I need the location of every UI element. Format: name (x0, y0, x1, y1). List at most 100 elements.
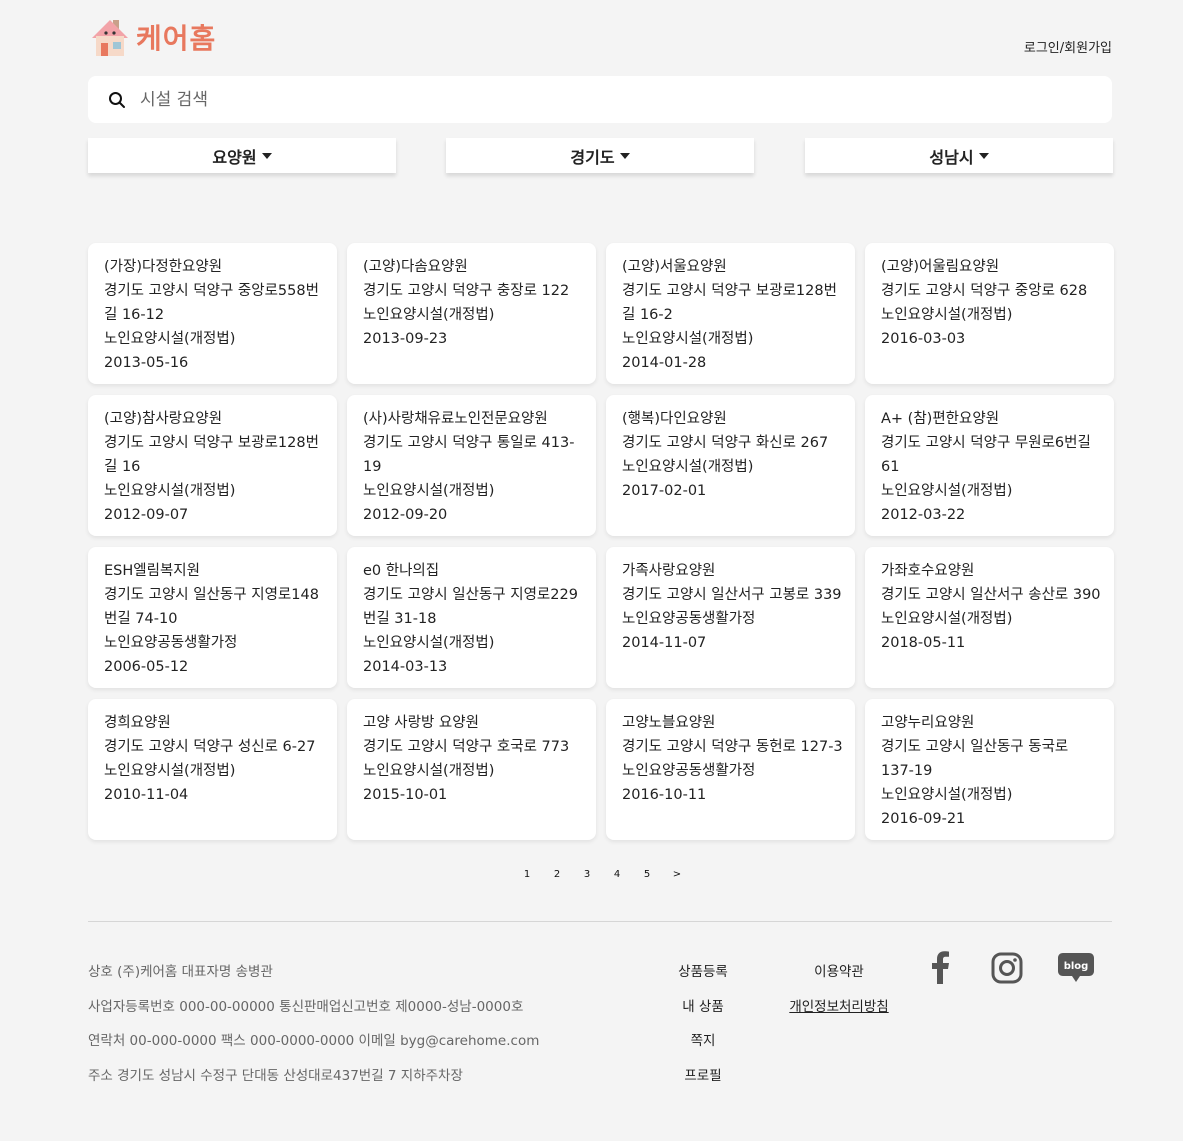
facility-card[interactable]: 경희요양원경기도 고양시 덕양구 성신로 6-27 노인요양시설(개정법) 2010… (88, 699, 337, 840)
footer-link-messages[interactable]: 쪽지 (660, 1029, 746, 1064)
facility-card[interactable]: 가족사랑요양원 경기도 고양시 일산서구 고봉로 339 노인요양공동생활가정 201… (606, 547, 855, 688)
footer-link-profile[interactable]: 프로필 (660, 1064, 746, 1099)
facility-card[interactable]: (행복)다인요양원 경기도 고양시 덕양구 화신로 267 노인요양시설(개정법) 2… (606, 395, 855, 536)
search-bar[interactable] (88, 76, 1112, 123)
facility-name: 고양 사랑방 요양원 (363, 715, 479, 731)
facility-category: 노인요양시설(개정법) (104, 483, 236, 499)
pagination-page[interactable]: 1 (512, 869, 542, 880)
facility-date: 2006-05-12 (104, 659, 189, 675)
facility-address: 경기도 고양시 덕양구 호국로 773 (363, 739, 570, 755)
contact-info: 연락처 00-000-0000 팩스 000-0000-0000 이메일 byg… (88, 1033, 540, 1049)
facility-address: 경기도 고양시 일산동구 지영로229번길 31-18 (363, 587, 578, 627)
footer-links-policy: 이용약관 개인정보처리방침 (780, 960, 898, 1029)
pagination-page[interactable]: 3 (572, 869, 602, 880)
facility-category: 노인요양시설(개정법) (363, 483, 495, 499)
facility-address: 경기도 고양시 덕양구 동헌로 127-3 (622, 739, 843, 755)
facility-card[interactable]: 고양누리요양원 경기도 고양시 일산동구 동국로 137-19 노인요양시설(개정법… (865, 699, 1114, 840)
instagram-icon[interactable] (990, 951, 1024, 985)
facility-address: 경기도 고양시 덕양구 중앙로 628 (881, 283, 1088, 299)
city-label: 성남시 (929, 147, 974, 167)
facility-name: (행복)다인요양원 (622, 411, 727, 427)
pagination-page[interactable]: 2 (542, 869, 572, 880)
facility-name: 가좌호수요양원 (881, 563, 975, 579)
caret-down-icon (978, 152, 989, 159)
facility-date: 2013-09-23 (363, 331, 448, 347)
facility-date: 2014-01-28 (622, 355, 707, 371)
footer-link-privacy[interactable]: 개인정보처리방침 (780, 995, 898, 1030)
facility-date: 2015-10-01 (363, 787, 448, 803)
facility-type-label: 요양원 (212, 147, 257, 167)
search-icon (109, 91, 125, 108)
facility-name: (사)사랑채유료노인전문요양원 (363, 411, 548, 427)
facility-date: 2010-11-04 (104, 787, 189, 803)
facility-address: 경기도 고양시 일산서구 송산로 390 (881, 587, 1101, 603)
footer-link-terms[interactable]: 이용약관 (780, 960, 898, 995)
facility-date: 2017-02-01 (622, 483, 707, 499)
facility-name: (고양)어울림요양원 (881, 259, 1000, 275)
pagination-page[interactable]: 5 (632, 869, 662, 880)
facility-address: 경기도 고양시 덕양구 보광로128번길 16-2 (622, 283, 837, 323)
footer-links-product: 상품등록 내 상품 쪽지 프로필 (660, 960, 746, 1098)
logo[interactable]: 케어홈 (90, 16, 216, 58)
facility-type-dropdown[interactable]: 요양원 (88, 138, 396, 173)
pagination-page[interactable]: 4 (602, 869, 632, 880)
facility-address: 경기도 고양시 덕양구 통일로 413-19 (363, 435, 575, 475)
facility-name: 경희요양원 (104, 715, 171, 731)
facility-name: 고양노블요양원 (622, 715, 716, 731)
province-dropdown[interactable]: 경기도 (446, 138, 754, 173)
facility-address: 경기도 고양시 덕양구 성신로 6-27 (104, 739, 316, 755)
province-label: 경기도 (570, 147, 615, 167)
facility-date: 2016-09-21 (881, 811, 966, 827)
facility-category: 노인요양시설(개정법) (881, 611, 1013, 627)
facility-category: 노인요양시설(개정법) (363, 635, 495, 651)
facility-date: 2016-10-11 (622, 787, 707, 803)
company-address: 주소 경기도 성남시 수정구 단대동 산성대로437번길 7 지하주차장 (88, 1067, 463, 1084)
facebook-icon[interactable] (928, 951, 952, 985)
facility-card[interactable]: 가좌호수요양원 경기도 고양시 일산서구 송산로 390 노인요양시설(개정법) 20… (865, 547, 1114, 688)
login-signup-link[interactable]: 로그인/회원가입 (1024, 37, 1112, 56)
facility-name: (고양)참사랑요양원 (104, 411, 223, 427)
city-dropdown[interactable]: 성남시 (805, 138, 1113, 173)
footer-link-product-register[interactable]: 상품등록 (660, 960, 746, 995)
blog-icon-label: blog (1064, 961, 1089, 972)
facility-card[interactable]: (고양)참사랑요양원경기도 고양시 덕양구 보광로128번길 16 노인요양시설(… (88, 395, 337, 536)
facility-name: 고양누리요양원 (881, 715, 975, 731)
facility-name: A+ (참)편한요양원 (881, 411, 1000, 427)
facility-address: 경기도 고양시 덕양구 무원로6번길 61 (881, 435, 1091, 475)
facility-name: (고양)다솜요양원 (363, 259, 468, 275)
facility-name: ESH엘림복지원 (104, 563, 200, 579)
facility-card[interactable]: (고양)다솜요양원 경기도 고양시 덕양구 충장로 122 노인요양시설(개정법) 2… (347, 243, 596, 384)
company-info: 상호 (주)케어홈 대표자명 송병관 사업자등록번호 000-00-00000 … (88, 960, 539, 1098)
facility-card[interactable]: (가장)다정한요양원 경기도 고양시 덕양구 중앙로558번길 16-12 노인요양… (88, 243, 337, 384)
facility-card[interactable]: ESH엘림복지원 경기도 고양시 일산동구 지영로148번길 74-10 노인요양공… (88, 547, 337, 688)
facility-date: 2012-03-22 (881, 507, 966, 523)
business-registration: 사업자등록번호 000-00-00000 통신판매업신고번호 제0000-성남-… (88, 998, 524, 1015)
facility-category: 노인요양공동생활가정 (622, 611, 756, 627)
facility-category: 노인요양공동생활가정 (104, 635, 238, 651)
facility-card[interactable]: (고양)어울림요양원경기도 고양시 덕양구 중앙로 628 노인요양시설(개정법)… (865, 243, 1114, 384)
blog-icon[interactable]: blog (1057, 951, 1095, 985)
facility-name: 가족사랑요양원 (622, 563, 716, 579)
facility-date: 2012-09-20 (363, 507, 448, 523)
pagination-next[interactable]: > (662, 869, 692, 880)
facility-category: 노인요양시설(개정법) (881, 787, 1013, 803)
facility-card[interactable]: 고양노블요양원 경기도 고양시 덕양구 동헌로 127-3 노인요양공동생활가정 20… (606, 699, 855, 840)
facility-card[interactable]: (고양)서울요양원 경기도 고양시 덕양구 보광로128번길 16-2 노인요양시설… (606, 243, 855, 384)
facility-category: 노인요양시설(개정법) (104, 331, 236, 347)
search-input[interactable] (140, 89, 1040, 110)
facility-date: 2013-05-16 (104, 355, 189, 371)
facility-card[interactable]: 고양 사랑방 요양원 경기도 고양시 덕양구 호국로 773 노인요양시설(개정법)… (347, 699, 596, 840)
company-name: 상호 (주)케어홈 대표자명 송병관 (88, 964, 273, 980)
footer-divider (88, 921, 1112, 922)
facility-category: 노인요양시설(개정법) (622, 459, 754, 475)
facility-card[interactable]: e0 한나의집 경기도 고양시 일산동구 지영로229번길 31-18 노인요양시설… (347, 547, 596, 688)
facility-address: 경기도 고양시 덕양구 보광로128번길 16 (104, 435, 319, 475)
footer-link-my-products[interactable]: 내 상품 (660, 995, 746, 1030)
facility-card[interactable]: A+ (참)편한요양원 경기도 고양시 덕양구 무원로6번길 61 노인요양시설(개… (865, 395, 1114, 536)
facility-card[interactable]: (사)사랑채유료노인전문요양원경기도 고양시 덕양구 통일로 413-19 노인요… (347, 395, 596, 536)
facility-category: 노인요양시설(개정법) (104, 763, 236, 779)
facility-category: 노인요양시설(개정법) (881, 307, 1013, 323)
facility-address: 경기도 고양시 덕양구 충장로 122 (363, 283, 570, 299)
caret-down-icon (619, 152, 630, 159)
facility-category: 노인요양시설(개정법) (622, 331, 754, 347)
